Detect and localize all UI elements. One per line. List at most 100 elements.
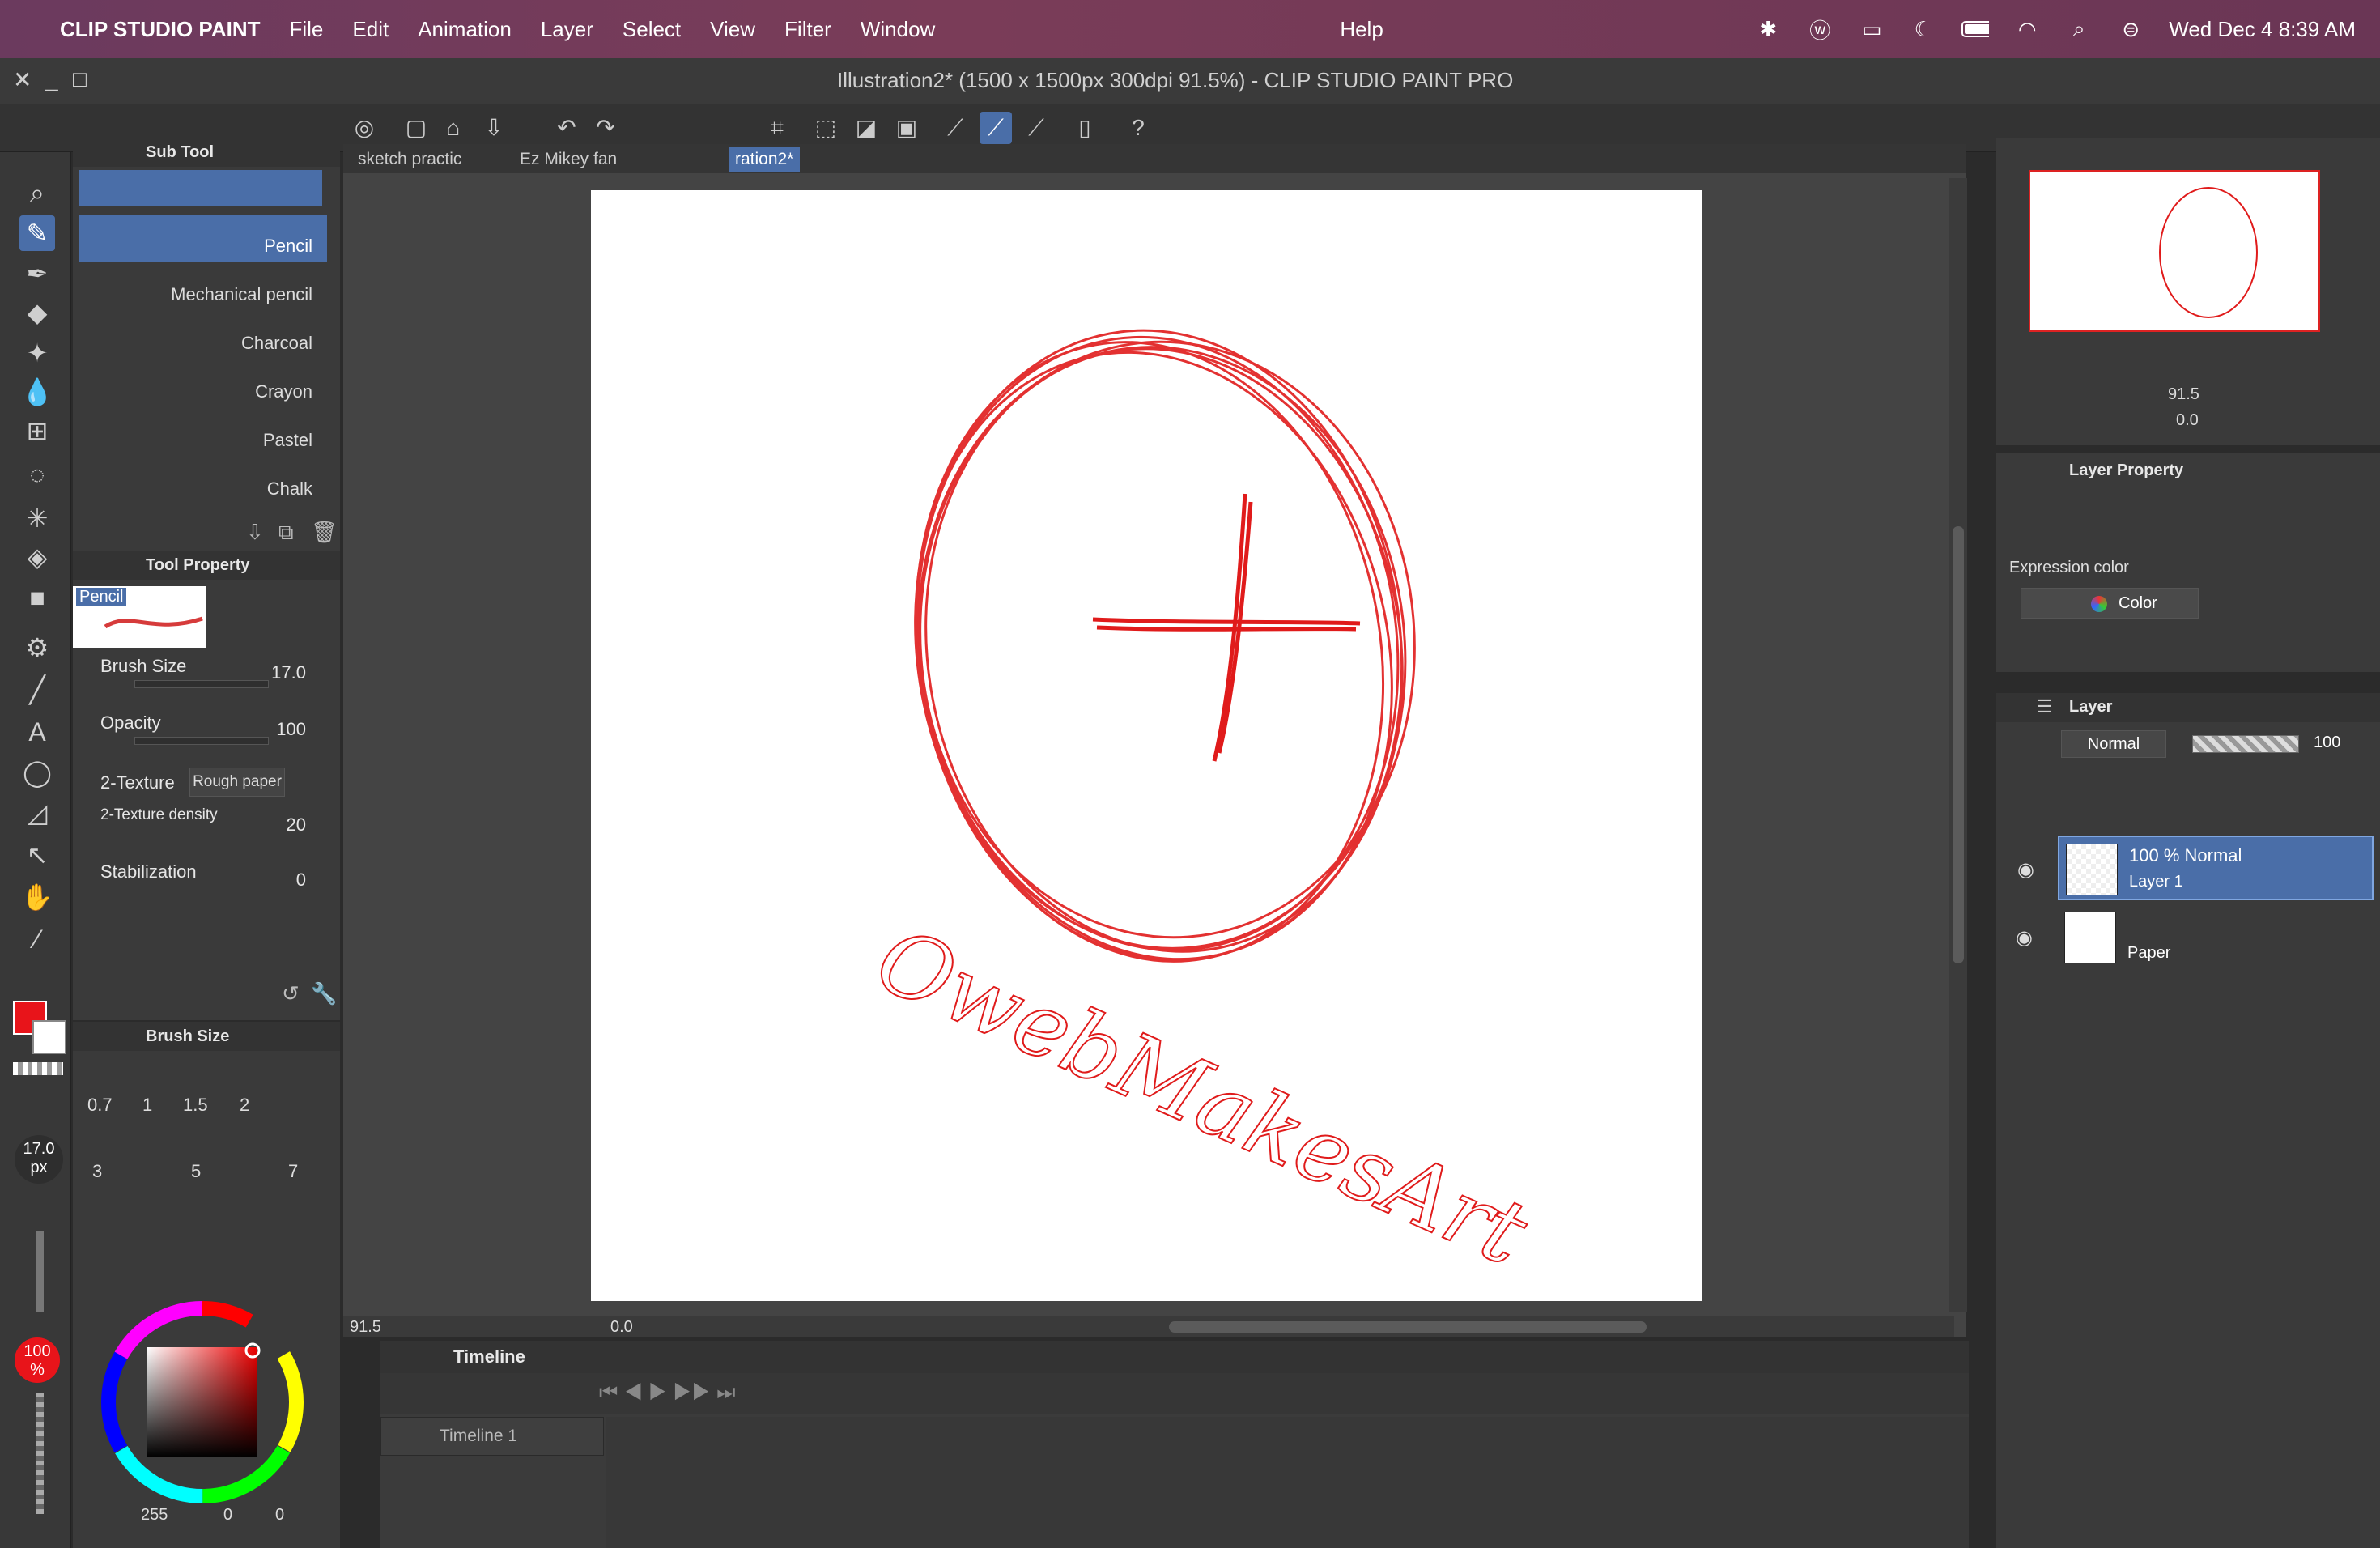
new-file-icon[interactable]: ▢ [400, 112, 432, 144]
layer-row-layer1[interactable]: ◉ 100 % Normal Layer 1 [2017, 836, 2374, 900]
brush-preset-2[interactable]: 1.5 [183, 1095, 208, 1116]
line-tool-icon[interactable]: ╱ [19, 672, 55, 708]
save-icon[interactable]: ⇩ [478, 112, 510, 144]
decoration-tool-icon[interactable]: ✦ [19, 335, 55, 371]
menu-edit[interactable]: Edit [352, 17, 389, 42]
selection-border-icon[interactable]: ▣ [890, 112, 923, 144]
texture-select[interactable]: Rough paper [189, 768, 285, 797]
opacity-value[interactable]: 100 [276, 719, 306, 740]
texture-density-value[interactable]: 20 [287, 814, 306, 836]
visibility-eye-icon[interactable]: ◉ [2017, 858, 2034, 882]
brush-preset-3[interactable]: 2 [240, 1095, 249, 1116]
blend-mode-select[interactable]: Normal [2061, 730, 2166, 758]
menu-window[interactable]: Window [861, 17, 935, 42]
brush-preset-6[interactable]: 7 [288, 1161, 298, 1182]
navigator-zoom[interactable]: 91.5 [2168, 385, 2199, 404]
timeline-name-select[interactable]: Timeline 1 [380, 1417, 604, 1456]
menu-help[interactable]: Help [1340, 17, 1383, 42]
search-icon[interactable]: ⌕ [2065, 16, 2093, 41]
brush-preset-1[interactable]: 1 [142, 1095, 152, 1116]
brush-preset-5[interactable]: 5 [191, 1161, 201, 1182]
zoom-readout[interactable]: 91.5 [350, 1318, 381, 1337]
tab-illustration2[interactable]: ration2* [729, 147, 801, 172]
control-center-icon[interactable]: ⊜ [2117, 17, 2144, 41]
subtool-item-chalk[interactable]: Chalk [79, 458, 327, 505]
hand-tool-icon[interactable]: ✋ [19, 879, 55, 915]
subtool-item-charcoal[interactable]: Charcoal [79, 313, 327, 359]
maximize-window-icon[interactable]: □ [73, 66, 87, 92]
color-wheel[interactable] [97, 1297, 308, 1508]
layer-row-paper[interactable]: ◉ Paper [2016, 905, 2374, 970]
duplicate-subtool-icon[interactable]: ⧉ [278, 520, 294, 546]
menu-select[interactable]: Select [623, 17, 681, 42]
opacity-indicator[interactable]: 100 % [15, 1337, 60, 1383]
clear-selection-icon[interactable]: ⬚ [810, 112, 842, 144]
frame-tool-icon[interactable]: ◿ [19, 795, 55, 831]
angle-readout[interactable]: 0.0 [610, 1318, 633, 1337]
snap-grid-icon[interactable]: ⟋ [1020, 112, 1052, 144]
pencil-tool-icon[interactable]: ✎ [19, 215, 55, 251]
magic-wand-icon[interactable]: ✳ [19, 500, 55, 536]
canvas-horizontal-scrollbar[interactable] [1169, 1321, 1647, 1333]
tab-ez-mikey-fan[interactable]: Ez Mikey fan [513, 147, 623, 172]
subtool-item-pastel[interactable]: Pastel [79, 410, 327, 457]
menu-view[interactable]: View [710, 17, 755, 42]
gradient-tool-icon[interactable]: ■ [19, 580, 55, 615]
subtool-item-pencil[interactable]: Pencil [79, 215, 327, 262]
reset-icon[interactable]: ↺ [282, 981, 300, 1006]
operation-tool-icon[interactable]: ↖ [19, 837, 55, 873]
stabilization-value[interactable]: 0 [296, 870, 306, 891]
menu-file[interactable]: File [290, 17, 324, 42]
menu-layer[interactable]: Layer [541, 17, 593, 42]
tab-sketch-practice[interactable]: sketch practic [351, 147, 468, 172]
layer-opacity-slider[interactable] [2192, 735, 2299, 753]
transform-icon[interactable]: ⌗ [761, 112, 793, 144]
brush-preset-0[interactable]: 0.7 [87, 1095, 113, 1116]
green-value[interactable]: 0 [223, 1506, 232, 1525]
wifi-icon[interactable]: ◠ [2013, 17, 2041, 41]
menu-animation[interactable]: Animation [418, 17, 512, 42]
snap-special-ruler-icon[interactable]: ⟋ [980, 112, 1012, 144]
lasso-tool-icon[interactable]: ◌ [19, 457, 55, 492]
brush-size-indicator[interactable]: 17.0 px [15, 1135, 63, 1184]
object-tool-icon[interactable]: ⚙ [19, 630, 55, 666]
menu-filter[interactable]: Filter [784, 17, 831, 42]
timeline-track-area[interactable] [606, 1417, 1969, 1548]
brush-size-value[interactable]: 17.0 [271, 662, 306, 683]
help-icon[interactable]: ? [1122, 112, 1154, 144]
subtool-group-tab[interactable] [79, 170, 322, 206]
display-icon[interactable]: ▭ [1858, 17, 1885, 41]
figure-tool-icon[interactable]: ⊞ [19, 413, 55, 449]
canvas-vertical-scrollbar[interactable] [1949, 178, 1967, 1312]
snap-ruler-icon[interactable]: ⟋ [939, 112, 971, 144]
clip-studio-icon[interactable]: ◎ [348, 112, 380, 144]
fill-tool-icon[interactable]: ◈ [19, 539, 55, 575]
play-controls-icon[interactable]: ⏮ ◀ ▶ ▶▶ ⏭ [599, 1380, 735, 1406]
visibility-eye-icon[interactable]: ◉ [2016, 926, 2033, 950]
navigator-preview[interactable] [2029, 170, 2320, 332]
minimize-window-icon[interactable]: _ [45, 66, 58, 92]
text-tool-icon[interactable]: A [19, 714, 55, 750]
redo-icon[interactable]: ↷ [589, 112, 622, 144]
invert-selection-icon[interactable]: ◪ [850, 112, 882, 144]
import-subtool-icon[interactable]: ⇩ [246, 520, 264, 545]
brush-size-vertical-slider[interactable] [36, 1231, 44, 1312]
battery-icon[interactable] [1961, 17, 1990, 41]
zoom-icon[interactable]: ⌕ [19, 175, 55, 211]
drawing-canvas[interactable]: OwebMakesArt [591, 190, 1702, 1301]
subtool-item-mechanical-pencil[interactable]: Mechanical pencil [79, 264, 327, 311]
layer-header[interactable]: Layer [2069, 698, 2112, 717]
transparent-color-swatch[interactable] [13, 1062, 63, 1075]
delete-subtool-icon[interactable]: 🗑 [311, 520, 338, 545]
eraser-tool-icon[interactable]: ◆ [19, 295, 55, 330]
wrench-icon[interactable]: 🔧 [311, 981, 337, 1006]
eyedropper-tool-icon[interactable]: ⁄ [19, 921, 55, 957]
open-file-icon[interactable]: ⌂ [437, 112, 470, 144]
layer-opacity-value[interactable]: 100 [2314, 734, 2340, 752]
blend-tool-icon[interactable]: 💧 [19, 374, 55, 410]
wacom-icon[interactable]: ⓦ [1806, 17, 1834, 43]
close-window-icon[interactable]: ✕ [13, 66, 32, 93]
subtool-item-crayon[interactable]: Crayon [79, 361, 327, 408]
red-value[interactable]: 255 [141, 1506, 168, 1525]
expression-color-select[interactable]: Color [2021, 588, 2199, 619]
